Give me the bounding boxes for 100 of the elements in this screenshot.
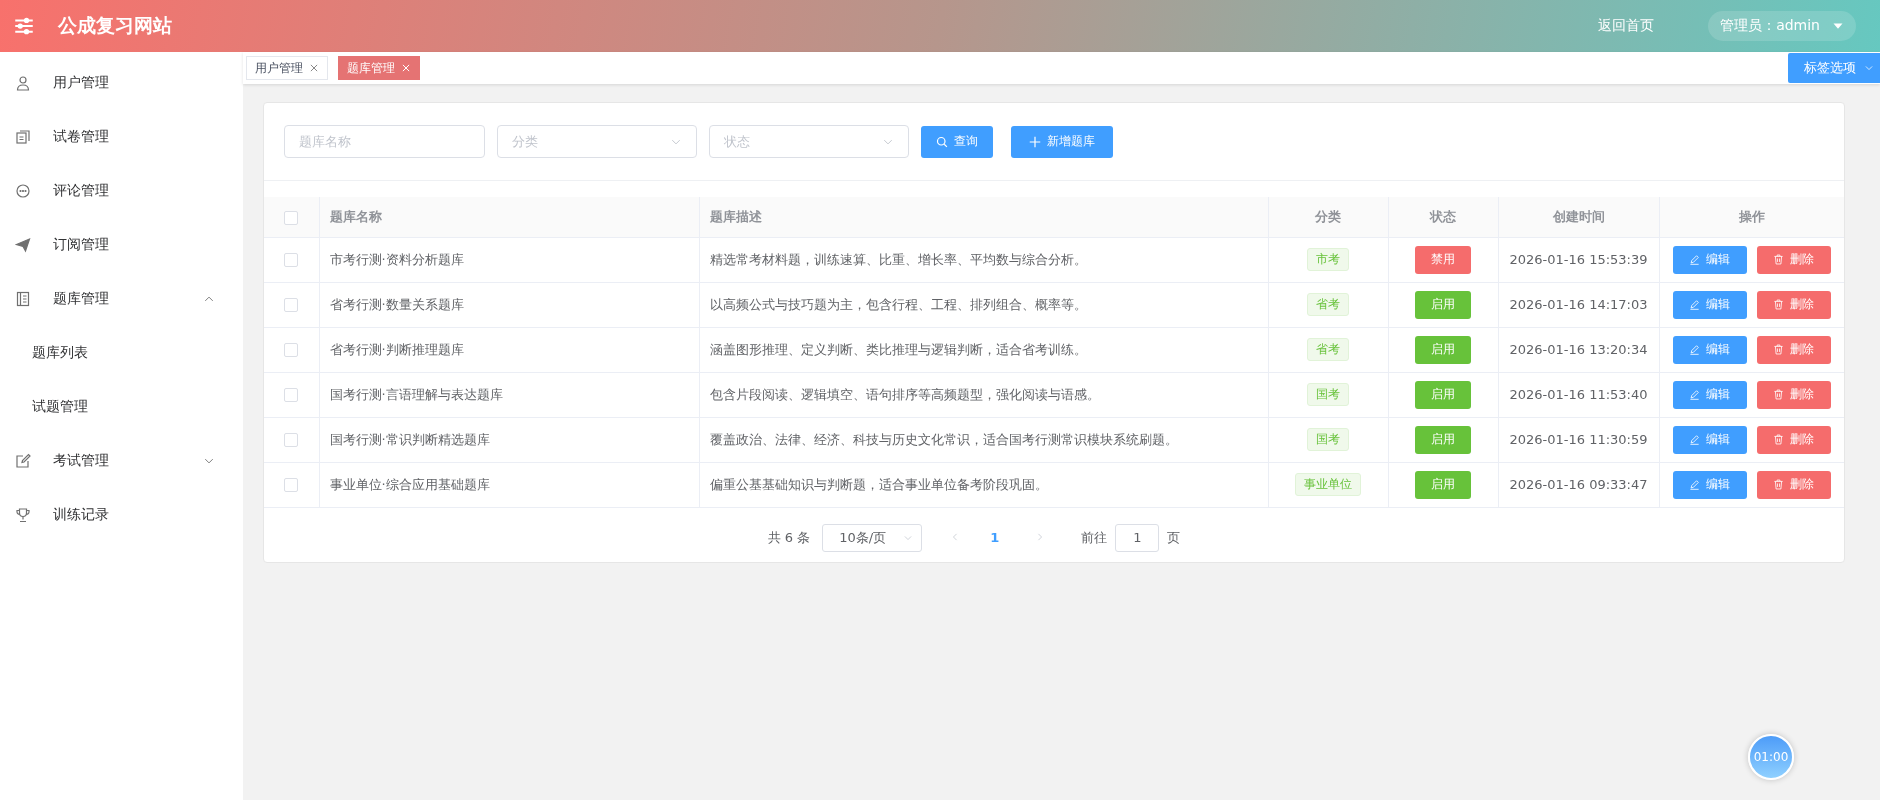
total-count: 共 6 条 bbox=[767, 528, 811, 547]
tab[interactable]: 题库管理 bbox=[338, 56, 420, 80]
column-header: 创建时间 bbox=[1498, 197, 1659, 237]
checkbox[interactable] bbox=[284, 210, 299, 225]
checkbox[interactable] bbox=[284, 298, 299, 313]
plus-icon bbox=[1029, 135, 1041, 148]
pencil-icon bbox=[1689, 344, 1701, 355]
edit-button[interactable]: 编辑 bbox=[1672, 290, 1747, 319]
page-suffix: 页 bbox=[1167, 528, 1181, 547]
category-tag: 国考 bbox=[1307, 428, 1349, 451]
trophy-icon bbox=[15, 507, 31, 523]
table-cell: 涵盖图形推理、定义判断、类比推理与逻辑判断，适合省考训练。 bbox=[699, 327, 1268, 372]
chevron-icon bbox=[1864, 63, 1874, 73]
delete-button[interactable]: 删除 bbox=[1756, 245, 1831, 274]
table-cell: 省考行测·判断推理题库 bbox=[319, 327, 699, 372]
add-button[interactable]: 新增题库 bbox=[1011, 125, 1113, 158]
category-tag: 事业单位 bbox=[1295, 473, 1361, 496]
trash-icon bbox=[1773, 344, 1785, 355]
trash-icon bbox=[1773, 254, 1785, 265]
checkbox[interactable] bbox=[284, 388, 299, 403]
sidebar-subitem[interactable]: 题库列表 bbox=[0, 326, 243, 380]
status-button[interactable]: 启用 bbox=[1415, 335, 1471, 364]
table-cell: 国考行测·常识判断精选题库 bbox=[319, 417, 699, 462]
page-number[interactable]: 1 bbox=[982, 530, 1008, 545]
column-header: 题库描述 bbox=[699, 197, 1268, 237]
page-input[interactable]: 1 bbox=[1115, 523, 1160, 552]
documents-icon bbox=[15, 129, 31, 145]
edit-button[interactable]: 编辑 bbox=[1672, 425, 1747, 454]
category-tag: 国考 bbox=[1307, 383, 1349, 406]
column-header: 操作 bbox=[1659, 197, 1844, 237]
table-cell: 国考行测·言语理解与表达题库 bbox=[319, 372, 699, 417]
pencil-icon bbox=[1689, 434, 1701, 445]
trash-icon bbox=[1773, 479, 1785, 490]
delete-button[interactable]: 删除 bbox=[1756, 425, 1831, 454]
checkbox[interactable] bbox=[284, 253, 299, 268]
table-cell: 2026-01-16 11:53:40 bbox=[1498, 372, 1659, 417]
status-button[interactable]: 启用 bbox=[1415, 290, 1471, 319]
table-cell: 偏重公基基础知识与判断题，适合事业单位备考阶段巩固。 bbox=[699, 462, 1268, 507]
pencil-icon bbox=[1689, 479, 1701, 490]
table-cell: 覆盖政治、法律、经济、科技与历史文化常识，适合国考行测常识模块系统刷题。 bbox=[699, 417, 1268, 462]
select-field[interactable]: 状态 bbox=[709, 125, 909, 158]
table-cell: 省考行测·数量关系题库 bbox=[319, 282, 699, 327]
status-button[interactable]: 启用 bbox=[1415, 425, 1471, 454]
checkbox[interactable] bbox=[284, 343, 299, 358]
pencil-icon bbox=[1689, 299, 1701, 310]
column-header: 分类 bbox=[1268, 197, 1388, 237]
sidebar-item[interactable]: 评论管理 bbox=[0, 164, 243, 218]
site-title: 公成复习网站 bbox=[58, 13, 172, 38]
timer-bubble[interactable]: 01:00 bbox=[1748, 734, 1794, 780]
column-header: 题库名称 bbox=[319, 197, 699, 237]
search-icon bbox=[936, 135, 948, 148]
table-cell: 以高频公式与技巧题为主，包含行程、工程、排列组合、概率等。 bbox=[699, 282, 1268, 327]
search-field[interactable]: 题库名称 bbox=[284, 125, 485, 158]
menu-icon bbox=[14, 16, 34, 36]
notebook-icon bbox=[15, 291, 31, 307]
pencil-icon bbox=[1689, 389, 1701, 400]
table-cell: 事业单位·综合应用基础题库 bbox=[319, 462, 699, 507]
sidebar-item[interactable]: 订阅管理 bbox=[0, 218, 243, 272]
checkbox[interactable] bbox=[284, 433, 299, 448]
select-field[interactable]: 分类 bbox=[497, 125, 697, 158]
home-link[interactable]: 返回首页 bbox=[1598, 17, 1655, 35]
sidebar-item[interactable]: 试卷管理 bbox=[0, 110, 243, 164]
page-size-select[interactable]: 10条/页 bbox=[822, 523, 923, 552]
delete-button[interactable]: 删除 bbox=[1756, 380, 1831, 409]
paper-plane-icon bbox=[15, 237, 31, 253]
table-cell: 2026-01-16 14:17:03 bbox=[1498, 282, 1659, 327]
table-cell: 精选常考材料题，训练速算、比重、增长率、平均数与综合分析。 bbox=[699, 237, 1268, 282]
tab-options-button[interactable]: 标签选项 bbox=[1788, 53, 1880, 83]
table-cell: 市考行测·资料分析题库 bbox=[319, 237, 699, 282]
edit-button[interactable]: 编辑 bbox=[1672, 470, 1747, 499]
sidebar-subitem[interactable]: 试题管理 bbox=[0, 380, 243, 434]
sidebar-item[interactable]: 训练记录 bbox=[0, 488, 243, 542]
search-button[interactable]: 查询 bbox=[921, 125, 993, 158]
tab[interactable]: 用户管理 bbox=[246, 56, 328, 80]
delete-button[interactable]: 删除 bbox=[1756, 335, 1831, 364]
status-button[interactable]: 禁用 bbox=[1415, 245, 1471, 274]
table-cell: 2026-01-16 11:30:59 bbox=[1498, 417, 1659, 462]
status-button[interactable]: 启用 bbox=[1415, 380, 1471, 409]
table-cell: 2026-01-16 13:20:34 bbox=[1498, 327, 1659, 372]
edit-button[interactable]: 编辑 bbox=[1672, 245, 1747, 274]
edit-button[interactable]: 编辑 bbox=[1672, 335, 1747, 364]
status-button[interactable]: 启用 bbox=[1415, 470, 1471, 499]
sidebar-item[interactable]: 考试管理 bbox=[0, 434, 243, 488]
delete-button[interactable]: 删除 bbox=[1756, 470, 1831, 499]
sidebar-item[interactable]: 题库管理 bbox=[0, 272, 243, 326]
column-header: 状态 bbox=[1388, 197, 1498, 237]
edit-button[interactable]: 编辑 bbox=[1672, 380, 1747, 409]
checkbox[interactable] bbox=[284, 478, 299, 493]
sidebar-item[interactable]: 用户管理 bbox=[0, 56, 243, 110]
trash-icon bbox=[1773, 299, 1785, 310]
chat-icon bbox=[15, 183, 31, 199]
trash-icon bbox=[1773, 434, 1785, 445]
user-menu[interactable]: 管理员：admin bbox=[1708, 11, 1856, 41]
category-tag: 省考 bbox=[1307, 293, 1349, 316]
category-tag: 市考 bbox=[1307, 248, 1349, 271]
pencil-icon bbox=[1689, 254, 1701, 265]
trash-icon bbox=[1773, 389, 1785, 400]
delete-button[interactable]: 删除 bbox=[1756, 290, 1831, 319]
goto-label: 前往 bbox=[1081, 528, 1108, 547]
table-cell: 2026-01-16 09:33:47 bbox=[1498, 462, 1659, 507]
